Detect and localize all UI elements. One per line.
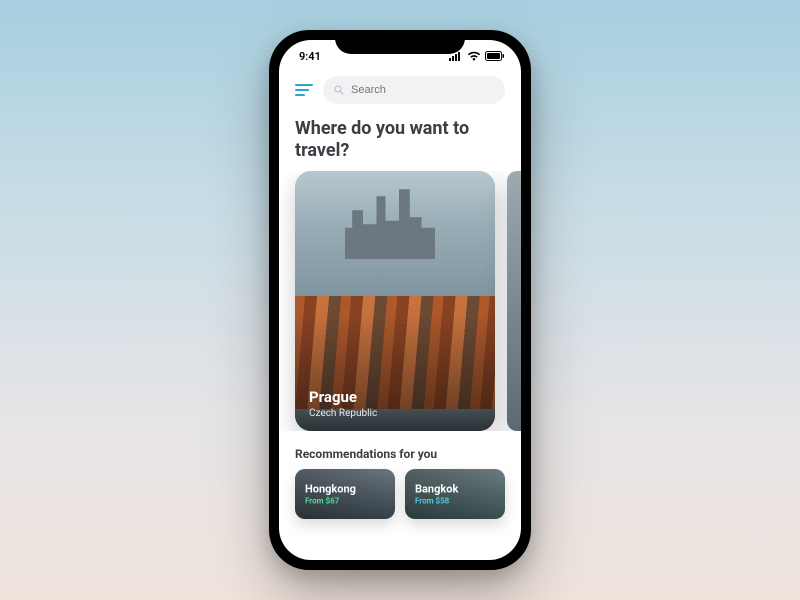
reco-city: Bangkok	[415, 483, 458, 496]
status-bar: 9:41	[279, 40, 521, 72]
featured-scroller[interactable]: Prague Czech Republic	[279, 171, 521, 431]
phone-frame: 9:41 Where do you want	[269, 30, 531, 570]
featured-card-peek[interactable]	[507, 171, 521, 431]
reco-card-bangkok[interactable]: Bangkok From $58	[405, 469, 505, 519]
recommendations-title: Recommendations for you	[279, 431, 521, 469]
recommendations-row[interactable]: Hongkong From $67 Bangkok From $58	[279, 469, 521, 519]
reco-price: From $67	[305, 497, 356, 506]
featured-city: Prague	[309, 388, 377, 406]
status-time: 9:41	[299, 50, 321, 63]
search-icon	[333, 84, 345, 96]
battery-icon	[485, 51, 505, 61]
featured-country: Czech Republic	[309, 408, 377, 419]
search-input[interactable]	[351, 84, 495, 96]
reco-city: Hongkong	[305, 483, 356, 496]
reco-card-hongkong[interactable]: Hongkong From $67	[295, 469, 395, 519]
reco-price: From $58	[415, 497, 458, 506]
featured-card-prague[interactable]: Prague Czech Republic	[295, 171, 495, 431]
status-icons	[449, 51, 505, 61]
screen: 9:41 Where do you want	[279, 40, 521, 560]
search-field[interactable]	[323, 76, 505, 104]
menu-icon[interactable]	[295, 84, 313, 96]
page-heading: Where do you want to travel?	[279, 112, 521, 171]
signal-icon	[449, 52, 463, 61]
destination-photo	[507, 171, 521, 431]
nav-row	[279, 72, 521, 112]
wifi-icon	[467, 51, 481, 61]
